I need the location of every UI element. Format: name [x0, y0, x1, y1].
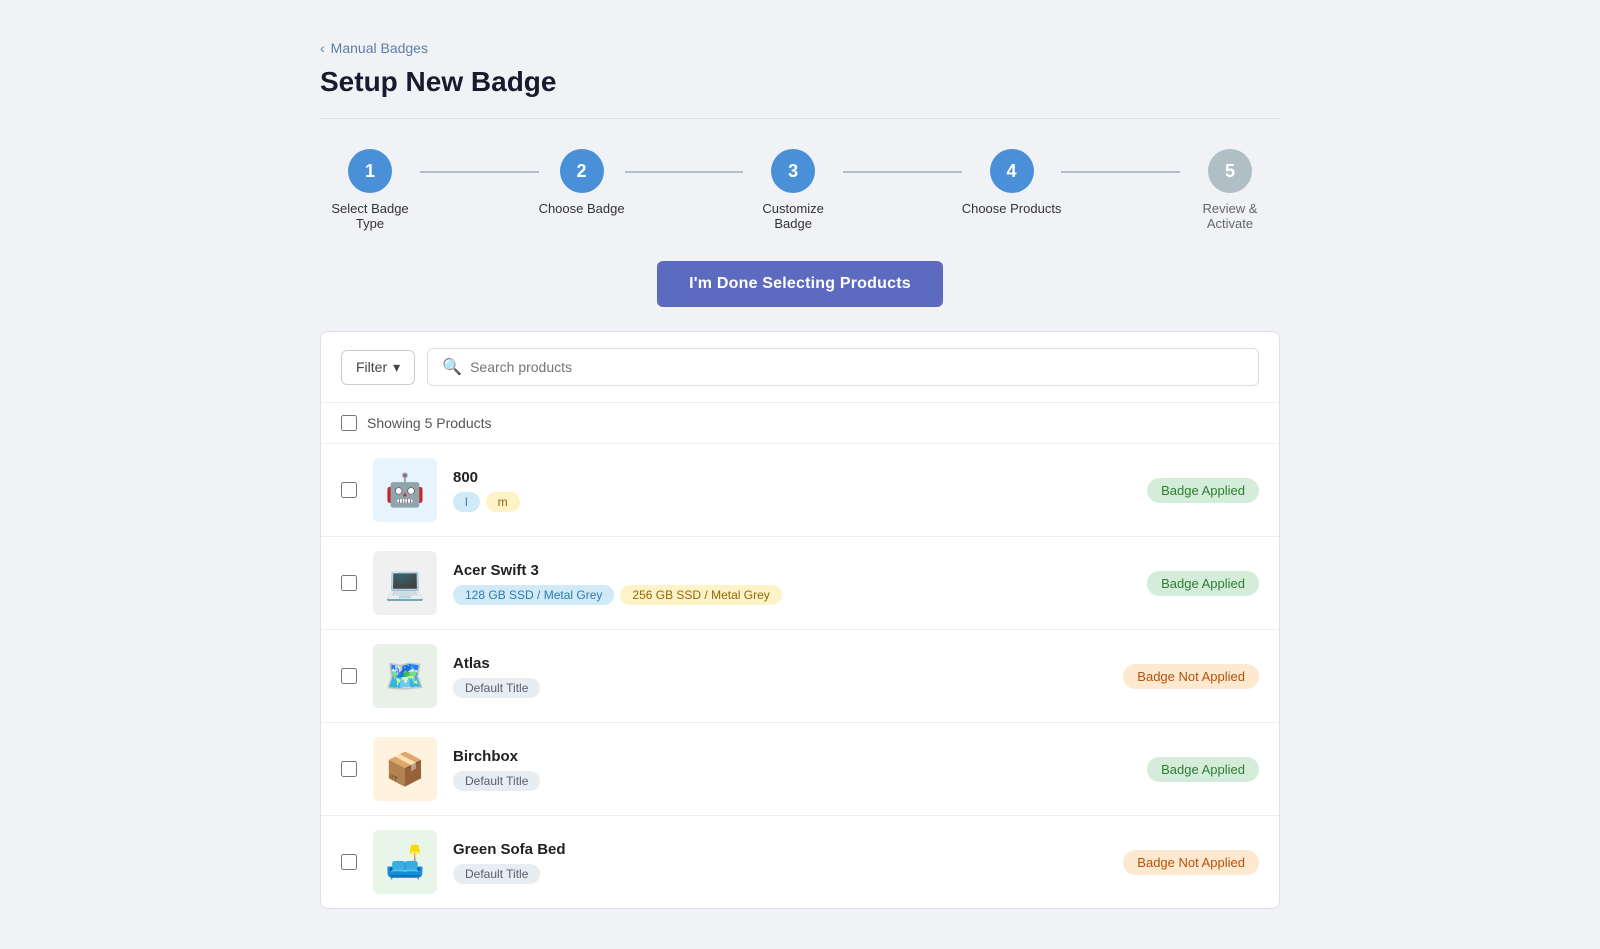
variant-tag: Default Title [453, 771, 540, 791]
step-1-label: Select Badge Type [320, 201, 420, 231]
product-name-0: 800 [453, 469, 1131, 486]
search-icon: 🔍 [442, 357, 462, 377]
product-name-2: Atlas [453, 655, 1107, 672]
table-row: 📦 Birchbox Default Title Badge Applied [321, 723, 1279, 816]
connector-3-4 [843, 171, 962, 173]
breadcrumb[interactable]: ‹ Manual Badges [320, 40, 1280, 56]
product-info-2: Atlas Default Title [453, 655, 1107, 698]
product-name-4: Green Sofa Bed [453, 841, 1107, 858]
product-emoji-2: 🗺️ [385, 657, 425, 695]
product-image-0: 🤖 [373, 458, 437, 522]
product-info-3: Birchbox Default Title [453, 748, 1131, 791]
product-emoji-4: 🛋️ [385, 843, 425, 881]
done-button-wrapper: I'm Done Selecting Products [320, 261, 1280, 307]
search-wrapper: 🔍 [427, 348, 1259, 386]
showing-label: Showing 5 Products [367, 415, 492, 431]
table-row: 🛋️ Green Sofa Bed Default Title Badge No… [321, 816, 1279, 908]
variant-tag: Default Title [453, 864, 540, 884]
product-checkbox-4[interactable] [341, 854, 357, 870]
product-list-card: Filter ▾ 🔍 Showing 5 Products 🤖 800 lm B… [320, 331, 1280, 909]
table-row: 💻 Acer Swift 3 128 GB SSD / Metal Grey 25… [321, 537, 1279, 630]
filter-label: Filter [356, 359, 387, 375]
step-5-circle: 5 [1208, 149, 1252, 193]
badge-status-2: Badge Not Applied [1123, 664, 1259, 689]
product-info-1: Acer Swift 3 128 GB SSD / Metal Grey 256 … [453, 562, 1131, 605]
step-4: 4 Choose Products [962, 149, 1062, 216]
product-list: 🤖 800 lm Badge Applied 💻 Acer Swift 3 12… [321, 444, 1279, 908]
breadcrumb-label[interactable]: Manual Badges [331, 40, 428, 56]
step-5-label: Review & Activate [1180, 201, 1280, 231]
variant-tags-0: lm [453, 492, 1131, 512]
product-checkbox-0[interactable] [341, 482, 357, 498]
product-name-1: Acer Swift 3 [453, 562, 1131, 579]
select-all-checkbox[interactable] [341, 415, 357, 431]
step-1-circle: 1 [348, 149, 392, 193]
done-selecting-button[interactable]: I'm Done Selecting Products [657, 261, 943, 307]
product-checkbox-3[interactable] [341, 761, 357, 777]
search-input[interactable] [470, 359, 1244, 375]
variant-tags-1: 128 GB SSD / Metal Grey 256 GB SSD / Meta… [453, 585, 1131, 605]
step-2-circle: 2 [560, 149, 604, 193]
step-2: 2 Choose Badge [539, 149, 625, 216]
step-4-circle: 4 [990, 149, 1034, 193]
variant-tag: l [453, 492, 480, 512]
product-image-4: 🛋️ [373, 830, 437, 894]
showing-row: Showing 5 Products [321, 403, 1279, 444]
badge-status-0: Badge Applied [1147, 478, 1259, 503]
step-1: 1 Select Badge Type [320, 149, 420, 231]
product-emoji-0: 🤖 [385, 471, 425, 509]
connector-1-2 [420, 171, 539, 173]
filter-chevron-icon: ▾ [393, 359, 400, 376]
connector-4-5 [1061, 171, 1180, 173]
table-row: 🤖 800 lm Badge Applied [321, 444, 1279, 537]
step-3-label: Customize Badge [743, 201, 843, 231]
filter-row: Filter ▾ 🔍 [321, 332, 1279, 403]
product-info-0: 800 lm [453, 469, 1131, 512]
page-title: Setup New Badge [320, 66, 1280, 98]
product-checkbox-2[interactable] [341, 668, 357, 684]
page-divider [320, 118, 1280, 119]
step-5: 5 Review & Activate [1180, 149, 1280, 231]
filter-button[interactable]: Filter ▾ [341, 350, 415, 385]
variant-tag: 128 GB SSD / Metal Grey [453, 585, 614, 605]
variant-tags-4: Default Title [453, 864, 1107, 884]
product-name-3: Birchbox [453, 748, 1131, 765]
product-image-2: 🗺️ [373, 644, 437, 708]
connector-2-3 [625, 171, 744, 173]
variant-tags-2: Default Title [453, 678, 1107, 698]
variant-tags-3: Default Title [453, 771, 1131, 791]
step-3: 3 Customize Badge [743, 149, 843, 231]
step-4-label: Choose Products [962, 201, 1062, 216]
step-2-label: Choose Badge [539, 201, 625, 216]
step-3-circle: 3 [771, 149, 815, 193]
variant-tag: Default Title [453, 678, 540, 698]
product-image-1: 💻 [373, 551, 437, 615]
table-row: 🗺️ Atlas Default Title Badge Not Applied [321, 630, 1279, 723]
product-checkbox-1[interactable] [341, 575, 357, 591]
variant-tag: m [486, 492, 520, 512]
badge-status-4: Badge Not Applied [1123, 850, 1259, 875]
variant-tag: 256 GB SSD / Metal Grey [620, 585, 781, 605]
product-info-4: Green Sofa Bed Default Title [453, 841, 1107, 884]
badge-status-3: Badge Applied [1147, 757, 1259, 782]
back-arrow-icon: ‹ [320, 40, 325, 56]
stepper: 1 Select Badge Type 2 Choose Badge 3 Cus… [320, 149, 1280, 231]
badge-status-1: Badge Applied [1147, 571, 1259, 596]
product-emoji-1: 💻 [385, 564, 425, 602]
product-image-3: 📦 [373, 737, 437, 801]
product-emoji-3: 📦 [385, 750, 425, 788]
